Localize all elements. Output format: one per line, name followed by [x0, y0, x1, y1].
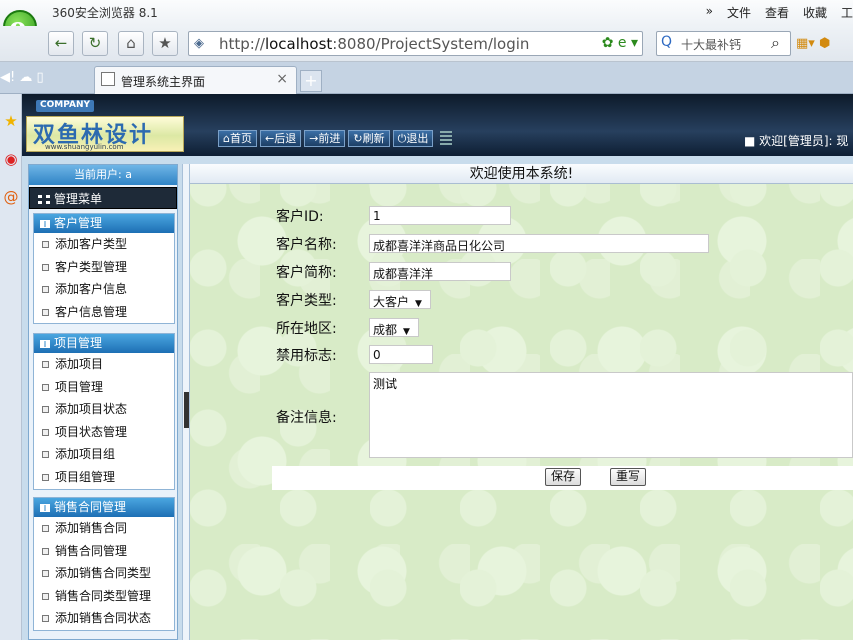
tab-bar: ◀! ☁ ▯ 管理系统主界面 × + — [0, 62, 853, 94]
region-select[interactable]: 成都 ▼ — [369, 318, 419, 337]
page-toolbar: ⌂首页 ←后退 →前进 ↻刷新 ⏻退出 — [218, 130, 453, 147]
mail-icon[interactable]: @ — [2, 188, 20, 210]
list-icon[interactable] — [440, 131, 453, 145]
new-tab-button[interactable]: + — [300, 70, 322, 92]
remark-label: 备注信息: — [276, 410, 337, 426]
customer-name-label: 客户名称: — [276, 237, 337, 253]
menu-item[interactable]: 销售合同管理 — [34, 540, 174, 563]
menu-file[interactable]: 文件 — [727, 4, 751, 21]
search-engine-icon: Q — [661, 34, 673, 50]
content-panel: 欢迎使用本系统! 客户ID: 1 客户名称: 成都喜洋洋商品日化公司 客户简称:… — [190, 164, 853, 640]
customer-id-input[interactable]: 1 — [369, 206, 511, 225]
menu-item[interactable]: 添加客户类型 — [34, 233, 174, 256]
forward-button[interactable]: →前进 — [304, 130, 346, 147]
weibo-icon[interactable]: ◉ — [2, 150, 20, 172]
extensions-icon[interactable]: ▦▾ ⬢ — [796, 36, 830, 51]
customer-id-label: 客户ID: — [276, 209, 324, 225]
shield-icon: ◈ — [194, 36, 204, 51]
back-button[interactable]: ←后退 — [259, 130, 302, 147]
company-tag: COMPANY — [36, 100, 94, 112]
menu-item[interactable]: 客户类型管理 — [34, 256, 174, 279]
menu-icon — [38, 195, 50, 204]
short-name-input[interactable]: 成都喜洋洋 — [369, 262, 511, 281]
menu-item[interactable]: 添加项目组 — [34, 443, 174, 466]
menu-item[interactable]: 项目状态管理 — [34, 421, 174, 444]
menu-view[interactable]: 查看 — [765, 4, 789, 21]
menu-item[interactable]: 客户信息管理 — [34, 301, 174, 324]
customer-type-label: 客户类型: — [276, 293, 337, 309]
menu-item[interactable]: 添加销售合同 — [34, 517, 174, 540]
chevron-down-icon: ▼ — [403, 327, 410, 337]
reset-button[interactable]: 重写 — [610, 468, 647, 486]
back-arrow-icon[interactable]: ← — [48, 31, 74, 56]
site-header: COMPANY 双鱼林设计 www.shuangyulin.com ⌂首页 ←后… — [22, 94, 853, 156]
short-name-label: 客户简称: — [276, 265, 337, 281]
menu-item[interactable]: 添加项目 — [34, 353, 174, 376]
star-icon[interactable]: ★ — [152, 31, 178, 56]
home-icon[interactable]: ⌂ — [118, 31, 144, 56]
region-label: 所在地区: — [276, 321, 337, 337]
address-bar[interactable]: ◈ http://localhost:8080/ProjectSystem/lo… — [188, 31, 643, 56]
tabbar-left-icons[interactable]: ◀! ☁ ▯ — [0, 70, 44, 85]
menu-item[interactable]: 添加销售合同状态 — [34, 607, 174, 630]
chevron-down-icon: ▼ — [415, 299, 422, 309]
browser-menu: » 文件 查看 收藏 工 — [706, 4, 853, 21]
group-header[interactable]: 项目管理 — [34, 334, 174, 353]
disabled-flag-label: 禁用标志: — [276, 348, 337, 364]
browser-app-title: 360安全浏览器 8.1 — [52, 6, 158, 20]
menu-title: 管理菜单 — [29, 187, 177, 209]
menu-item[interactable]: 添加销售合同类型 — [34, 562, 174, 585]
web-page: COMPANY 双鱼林设计 www.shuangyulin.com ⌂首页 ←后… — [22, 94, 853, 640]
remark-textarea[interactable]: 测试 — [369, 372, 853, 458]
browser-navbar: ← ↻ ⌂ ★ ◈ http://localhost:8080/ProjectS… — [0, 26, 853, 62]
menu-group-project: 项目管理 添加项目 项目管理 添加项目状态 项目状态管理 添加项目组 项目组管理 — [33, 333, 175, 490]
home-button[interactable]: ⌂首页 — [218, 130, 257, 147]
site-logo: 双鱼林设计 www.shuangyulin.com — [26, 116, 184, 152]
logout-button[interactable]: ⏻退出 — [392, 130, 434, 147]
menu-tools[interactable]: 工 — [841, 4, 853, 21]
menu-favorites[interactable]: 收藏 — [803, 4, 827, 21]
search-icon[interactable]: ⌕ — [762, 31, 789, 56]
welcome-text: ■ 欢迎[管理员]: 现 — [744, 134, 849, 148]
menu-item[interactable]: 添加客户信息 — [34, 278, 174, 301]
group-icon — [40, 339, 50, 348]
panel-splitter[interactable] — [182, 164, 190, 640]
menu-more[interactable]: » — [706, 4, 713, 21]
menu-group-contract: 销售合同管理 添加销售合同 销售合同管理 添加销售合同类型 销售合同类型管理 添… — [33, 497, 175, 631]
page-icon — [101, 72, 115, 86]
group-header[interactable]: 客户管理 — [34, 214, 174, 233]
current-user: 当前用户: a — [29, 165, 177, 185]
address-status-icon[interactable]: ✿ e ▾ — [602, 35, 638, 51]
menu-item[interactable]: 项目管理 — [34, 376, 174, 399]
refresh-button[interactable]: ↻刷新 — [348, 130, 390, 147]
content-title: 欢迎使用本系统! — [190, 164, 853, 184]
group-icon — [40, 503, 50, 512]
tab-main[interactable]: 管理系统主界面 × — [94, 66, 297, 94]
browser-titlebar: 360安全浏览器 8.1 » 文件 查看 收藏 工 — [0, 0, 853, 26]
url-text: http://localhost:8080/ProjectSystem/logi… — [219, 35, 530, 53]
group-icon — [40, 219, 50, 228]
menu-group-customer: 客户管理 添加客户类型 客户类型管理 添加客户信息 客户信息管理 — [33, 213, 175, 325]
group-header[interactable]: 销售合同管理 — [34, 498, 174, 517]
close-icon[interactable]: × — [276, 71, 288, 87]
browser-sidebar: ★ ◉ @ — [0, 94, 22, 640]
save-button[interactable]: 保存 — [545, 468, 582, 486]
collapse-arrow-icon — [184, 392, 189, 428]
disabled-flag-input[interactable]: 0 — [369, 345, 433, 364]
customer-name-input[interactable]: 成都喜洋洋商品日化公司 — [369, 234, 709, 253]
menu-item[interactable]: 销售合同类型管理 — [34, 585, 174, 608]
favorites-star-icon[interactable]: ★ — [2, 112, 20, 134]
refresh-icon[interactable]: ↻ — [82, 31, 108, 56]
left-menu: 当前用户: a 管理菜单 客户管理 添加客户类型 客户类型管理 添加客户信息 客… — [28, 164, 178, 640]
customer-type-select[interactable]: 大客户 ▼ — [369, 290, 431, 309]
menu-item[interactable]: 项目组管理 — [34, 466, 174, 489]
menu-item[interactable]: 添加项目状态 — [34, 398, 174, 421]
